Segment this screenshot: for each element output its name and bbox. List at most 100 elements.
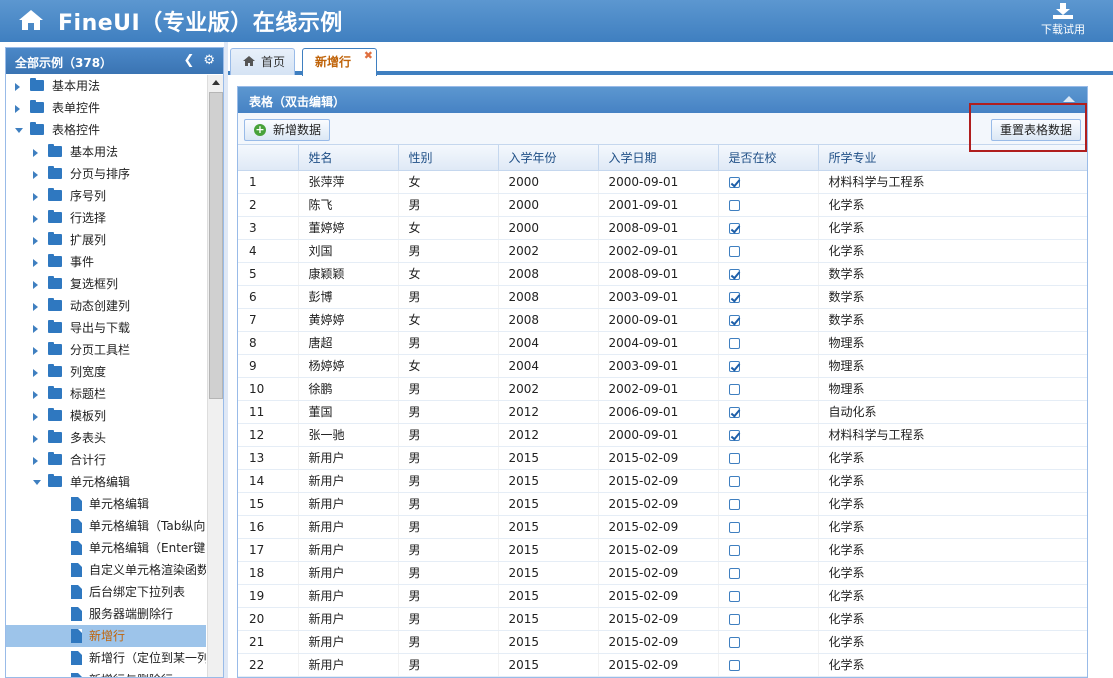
grid-cell[interactable]: 10 <box>238 377 299 401</box>
expand-arrow-right-icon[interactable] <box>33 413 38 421</box>
in-school-cell[interactable] <box>718 170 819 194</box>
grid-cell[interactable]: 女 <box>398 170 499 194</box>
grid-cell[interactable]: 9 <box>238 354 299 378</box>
grid-cell[interactable]: 黄婷婷 <box>298 308 399 332</box>
tree-node[interactable]: 单元格编辑 <box>6 471 206 493</box>
grid-cell[interactable]: 张萍萍 <box>298 170 399 194</box>
grid-cell[interactable]: 13 <box>238 446 299 470</box>
checked-checkbox-icon[interactable] <box>728 314 740 326</box>
in-school-cell[interactable] <box>718 308 819 332</box>
expand-arrow-right-icon[interactable] <box>33 457 38 465</box>
grid-cell[interactable]: 2015-02-09 <box>598 469 719 493</box>
table-row[interactable]: 21 新用户男 2015 2015-02-09 化学系 <box>238 630 1087 654</box>
scroll-up-icon[interactable] <box>212 80 220 85</box>
tab-home[interactable]: 首页 <box>230 48 295 75</box>
unchecked-checkbox-icon[interactable] <box>728 337 740 349</box>
collapse-sidebar-icon[interactable]: ❮ <box>183 53 194 68</box>
in-school-cell[interactable] <box>718 607 819 631</box>
grid-cell[interactable]: 2015-02-09 <box>598 538 719 562</box>
grid-cell[interactable]: 新用户 <box>298 630 399 654</box>
in-school-cell[interactable] <box>718 400 819 424</box>
grid-cell[interactable]: 化学系 <box>818 239 1087 263</box>
grid-cell[interactable]: 12 <box>238 423 299 447</box>
grid-cell[interactable]: 董婷婷 <box>298 216 399 240</box>
grid-cell[interactable]: 15 <box>238 492 299 516</box>
in-school-cell[interactable] <box>718 492 819 516</box>
grid-cell[interactable]: 2015 <box>498 561 599 585</box>
grid-cell[interactable]: 2006-09-01 <box>598 400 719 424</box>
in-school-cell[interactable] <box>718 354 819 378</box>
tree-node[interactable]: 单元格编辑（Tab纵向 <box>6 515 206 537</box>
grid-cell[interactable]: 2015 <box>498 584 599 608</box>
grid-cell[interactable]: 化学系 <box>818 446 1087 470</box>
grid-cell[interactable]: 徐鹏 <box>298 377 399 401</box>
grid-cell[interactable]: 男 <box>398 492 499 516</box>
tree-node[interactable]: 新增行与删除行 <box>6 669 206 677</box>
grid-cell[interactable]: 男 <box>398 446 499 470</box>
grid-cell[interactable]: 2015-02-09 <box>598 653 719 677</box>
grid-cell[interactable]: 新用户 <box>298 538 399 562</box>
grid-cell[interactable]: 物理系 <box>818 377 1087 401</box>
grid-cell[interactable]: 14 <box>238 469 299 493</box>
grid-cell[interactable]: 2015-02-09 <box>598 584 719 608</box>
in-school-cell[interactable] <box>718 285 819 309</box>
checked-checkbox-icon[interactable] <box>728 429 740 441</box>
tree-node[interactable]: 动态创建列 <box>6 295 206 317</box>
grid-cell[interactable]: 男 <box>398 469 499 493</box>
grid-cell[interactable]: 张一驰 <box>298 423 399 447</box>
column-header[interactable]: 性别 <box>398 145 499 171</box>
grid-cell[interactable]: 陈飞 <box>298 193 399 217</box>
table-row[interactable]: 11 董国男 2012 2006-09-01 自动化系 <box>238 400 1087 424</box>
grid-cell[interactable]: 4 <box>238 239 299 263</box>
tree-node[interactable]: 分页工具栏 <box>6 339 206 361</box>
grid-cell[interactable]: 2 <box>238 193 299 217</box>
grid-cell[interactable]: 2015 <box>498 515 599 539</box>
grid-cell[interactable]: 2015 <box>498 607 599 631</box>
home-icon[interactable] <box>18 8 44 32</box>
gear-icon[interactable]: ⚙ <box>203 53 215 68</box>
tab-add-row[interactable]: 新增行 ✖ <box>302 48 377 76</box>
grid-cell[interactable]: 化学系 <box>818 193 1087 217</box>
tree-node[interactable]: 服务器端删除行 <box>6 603 206 625</box>
table-row[interactable]: 1 张萍萍女 2000 2000-09-01 材料科学与工程系 <box>238 170 1087 194</box>
table-row[interactable]: 15 新用户男 2015 2015-02-09 化学系 <box>238 492 1087 516</box>
checked-checkbox-icon[interactable] <box>728 176 740 188</box>
in-school-cell[interactable] <box>718 469 819 493</box>
table-row[interactable]: 6 彭博男 2008 2003-09-01 数学系 <box>238 285 1087 309</box>
grid-cell[interactable]: 化学系 <box>818 492 1087 516</box>
grid-cell[interactable]: 17 <box>238 538 299 562</box>
grid-cell[interactable]: 新用户 <box>298 653 399 677</box>
in-school-cell[interactable] <box>718 446 819 470</box>
grid-cell[interactable]: 2012 <box>498 423 599 447</box>
grid-cell[interactable]: 女 <box>398 308 499 332</box>
tree-node[interactable]: 表单控件 <box>6 97 206 119</box>
grid-cell[interactable]: 19 <box>238 584 299 608</box>
grid-cell[interactable]: 2004 <box>498 354 599 378</box>
grid-cell[interactable]: 5 <box>238 262 299 286</box>
grid-cell[interactable]: 女 <box>398 354 499 378</box>
grid-cell[interactable]: 2004-09-01 <box>598 331 719 355</box>
table-row[interactable]: 20 新用户男 2015 2015-02-09 化学系 <box>238 607 1087 631</box>
in-school-cell[interactable] <box>718 216 819 240</box>
expand-arrow-right-icon[interactable] <box>33 281 38 289</box>
grid-cell[interactable]: 男 <box>398 561 499 585</box>
grid-cell[interactable]: 2002 <box>498 239 599 263</box>
grid-cell[interactable]: 2000-09-01 <box>598 423 719 447</box>
tree-node[interactable]: 标题栏 <box>6 383 206 405</box>
in-school-cell[interactable] <box>718 538 819 562</box>
grid-cell[interactable]: 2015-02-09 <box>598 492 719 516</box>
unchecked-checkbox-icon[interactable] <box>728 544 740 556</box>
grid-cell[interactable]: 2000 <box>498 170 599 194</box>
grid-cell[interactable]: 2015 <box>498 630 599 654</box>
grid-cell[interactable]: 彭博 <box>298 285 399 309</box>
grid-cell[interactable]: 物理系 <box>818 354 1087 378</box>
tree-node[interactable]: 事件 <box>6 251 206 273</box>
tree-node[interactable]: 单元格编辑 <box>6 493 206 515</box>
grid-cell[interactable]: 18 <box>238 561 299 585</box>
grid-cell[interactable]: 2015 <box>498 492 599 516</box>
grid-cell[interactable]: 男 <box>398 584 499 608</box>
tree-node[interactable]: 基本用法 <box>6 141 206 163</box>
checked-checkbox-icon[interactable] <box>728 268 740 280</box>
unchecked-checkbox-icon[interactable] <box>728 383 740 395</box>
in-school-cell[interactable] <box>718 193 819 217</box>
